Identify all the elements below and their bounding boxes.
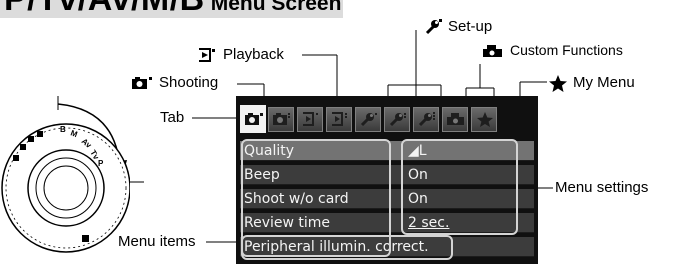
menu-row-review-time[interactable]: Review time 2 sec. <box>240 213 534 233</box>
callout-custom-functions-label: Custom Functions <box>510 42 623 58</box>
callout-my-menu: My Menu <box>549 74 635 92</box>
wrench-icon <box>418 112 435 127</box>
wrench-icon <box>360 113 377 127</box>
menu-row-quality[interactable]: Quality ◢L <box>240 141 534 161</box>
callout-setup-label: Set-up <box>448 18 493 35</box>
tab-shooting-2[interactable] <box>268 107 294 132</box>
custom-functions-icon <box>483 45 502 58</box>
menu-row-shoot-without-card[interactable]: Shoot w/o card On <box>240 189 534 209</box>
tab-setup-2[interactable] <box>384 107 410 132</box>
menu-item-label: Shoot w/o card <box>244 191 349 207</box>
tab-playback-1[interactable] <box>297 107 323 132</box>
menu-setting-value: 2 sec. <box>408 215 450 231</box>
callout-menu-settings: Menu settings <box>555 179 649 196</box>
tab-my-menu[interactable] <box>471 107 497 132</box>
menu-row-beep[interactable]: Beep On <box>240 165 534 185</box>
menu-setting-value: On <box>408 191 428 207</box>
dial-mode-icon <box>37 131 43 137</box>
menu-setting-value: ◢L <box>408 143 427 159</box>
menu-setting-value: On <box>408 167 428 183</box>
tab-shooting-1[interactable] <box>240 105 266 133</box>
callout-my-menu-label: My Menu <box>573 74 635 91</box>
playback-icon <box>303 112 318 126</box>
callout-shooting: Shooting <box>131 74 218 91</box>
dial-label-p: P <box>98 159 104 168</box>
tab-setup-1[interactable] <box>355 107 381 132</box>
playback-icon <box>332 112 347 126</box>
callout-custom-functions: Custom Functions <box>482 42 623 59</box>
callout-setup: Set-up <box>424 18 492 35</box>
callout-shooting-label: Shooting <box>159 74 219 91</box>
menu-item-label: Peripheral illumin. correct. <box>244 239 429 255</box>
custom-functions-icon <box>447 113 464 125</box>
tab-custom-functions[interactable] <box>442 107 468 132</box>
callout-tab: Tab <box>160 109 185 126</box>
wrench-icon <box>389 113 406 127</box>
menu-item-label: Beep <box>244 167 280 183</box>
menu-item-label: Review time <box>244 215 331 231</box>
dial-mode-icon <box>28 136 34 142</box>
menu-row-peripheral-illumination[interactable]: Peripheral illumin. correct. <box>240 237 534 257</box>
star-icon <box>477 112 493 127</box>
tab-setup-3[interactable] <box>413 107 439 132</box>
wrench-icon <box>425 19 442 35</box>
dial-mode-icon <box>20 144 26 150</box>
callout-playback-label: Playback <box>223 46 284 63</box>
camera-icon <box>132 77 152 90</box>
camera-icon <box>245 113 263 125</box>
dial-label-b: B <box>60 125 66 134</box>
mode-dial: B M Av Tv P <box>1 123 130 253</box>
callout-playback: Playback <box>197 46 284 63</box>
star-icon <box>549 74 567 92</box>
dial-mode-icon <box>13 155 19 161</box>
menu-tab-bar <box>236 103 538 133</box>
playback-icon <box>199 48 215 63</box>
dial-mode-icon <box>82 235 89 242</box>
tab-playback-2[interactable] <box>326 107 352 132</box>
menu-item-label: Quality <box>244 143 295 159</box>
camera-icon <box>273 113 290 125</box>
